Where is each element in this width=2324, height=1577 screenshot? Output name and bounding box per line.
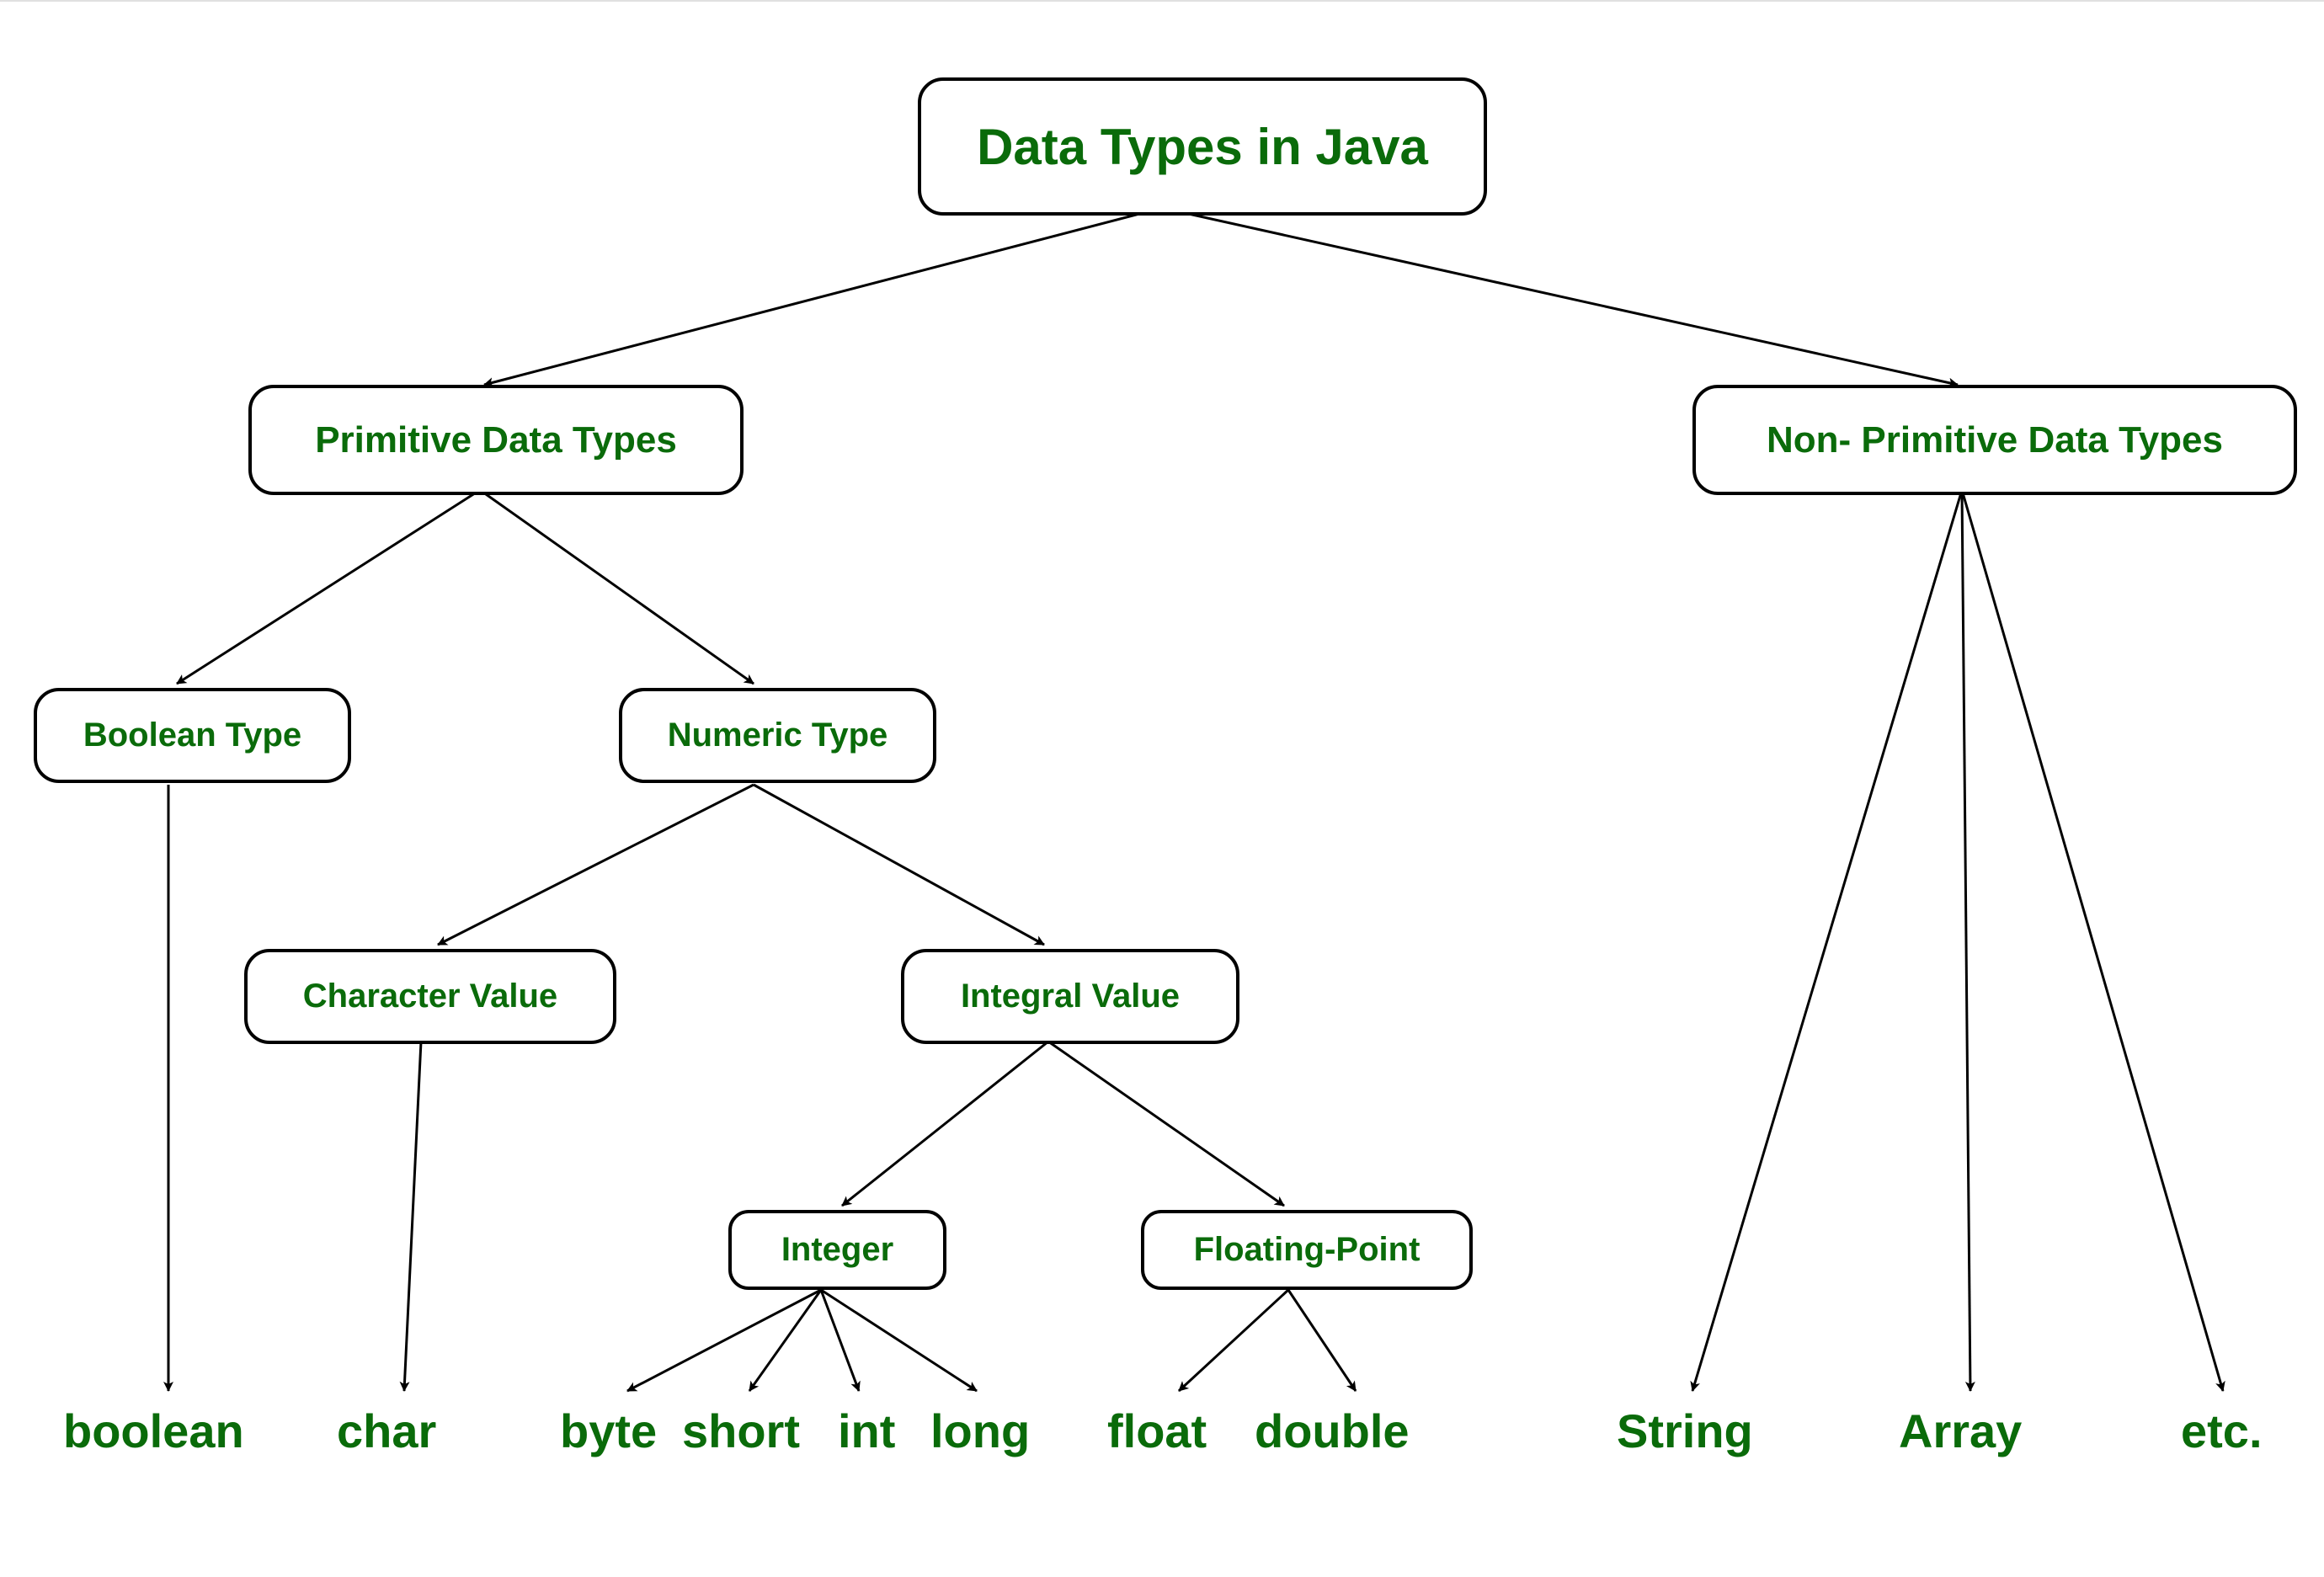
leaf-boolean: boolean	[63, 1404, 244, 1458]
leaf-char: char	[337, 1404, 436, 1458]
leaf-float: float	[1107, 1404, 1207, 1458]
leaf-etc: etc.	[2181, 1404, 2263, 1458]
leaf-long: long	[930, 1404, 1030, 1458]
edges-svg	[0, 2, 2324, 1577]
node-character-value: Character Value	[244, 949, 616, 1044]
node-floating-point: Floating-Point	[1141, 1210, 1473, 1290]
node-integer: Integer	[728, 1210, 946, 1290]
leaf-byte: byte	[560, 1404, 657, 1458]
diagram-canvas: Data Types in Java Primitive Data Types …	[0, 0, 2324, 1577]
node-root: Data Types in Java	[918, 77, 1487, 216]
node-nonprimitive: Non- Primitive Data Types	[1692, 385, 2297, 495]
leaf-int: int	[838, 1404, 895, 1458]
leaf-array: Array	[1899, 1404, 2022, 1458]
leaf-short: short	[682, 1404, 800, 1458]
leaf-string: String	[1617, 1404, 1753, 1458]
node-numeric-type: Numeric Type	[619, 688, 936, 783]
node-integral-value: Integral Value	[901, 949, 1239, 1044]
node-primitive: Primitive Data Types	[248, 385, 744, 495]
leaf-double: double	[1255, 1404, 1410, 1458]
node-boolean-type: Boolean Type	[34, 688, 351, 783]
